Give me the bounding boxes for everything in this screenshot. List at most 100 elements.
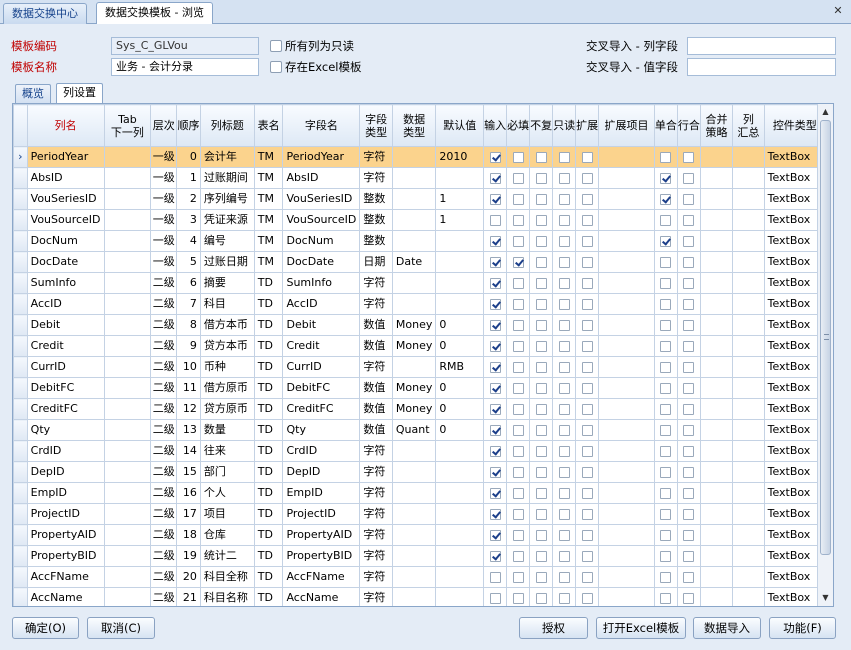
required-cell[interactable] (506, 461, 531, 483)
level-cell[interactable]: 一级 (150, 146, 178, 168)
column-summary-cell[interactable] (732, 167, 765, 189)
row-indicator[interactable] (13, 545, 28, 567)
row-merge-checkbox[interactable] (683, 361, 695, 373)
readonly-checkbox[interactable] (558, 172, 570, 184)
required-cell[interactable] (506, 188, 531, 210)
order-cell[interactable]: 4 (176, 230, 201, 252)
no-duplicate-cell[interactable] (529, 146, 554, 168)
row-indicator[interactable] (13, 188, 28, 210)
row-merge-checkbox[interactable] (683, 529, 695, 541)
readonly-checkbox[interactable] (558, 571, 570, 583)
required-checkbox[interactable] (512, 277, 524, 289)
single-merge-checkbox[interactable] (660, 340, 672, 352)
order-cell[interactable]: 1 (176, 167, 201, 189)
table-name-cell[interactable]: TD (253, 461, 284, 483)
readonly-checkbox[interactable] (558, 529, 570, 541)
extend-item-cell[interactable] (598, 230, 655, 252)
extend-item-cell[interactable] (598, 251, 655, 273)
table-row[interactable]: VouSourceID 一级 3 凭证来源 TM VouSourceID 整数 1 TextBo… (13, 209, 833, 231)
field-type-cell[interactable]: 字符 (359, 440, 393, 462)
input-cell[interactable] (483, 377, 508, 399)
row-merge-cell[interactable] (676, 356, 701, 378)
input-cell[interactable] (483, 356, 508, 378)
required-checkbox[interactable] (512, 172, 524, 184)
single-merge-checkbox[interactable] (660, 382, 672, 394)
field-type-cell[interactable]: 整数 (359, 209, 393, 231)
column-name-cell[interactable]: AbsID (26, 167, 105, 189)
merge-strategy-cell[interactable] (699, 293, 734, 315)
column-name-cell[interactable]: CurrID (26, 356, 105, 378)
scroll-down-icon[interactable]: ▼ (818, 590, 833, 606)
input-cell[interactable] (483, 272, 508, 294)
extend-item-cell[interactable] (598, 524, 655, 546)
readonly-cell[interactable] (552, 167, 577, 189)
row-merge-cell[interactable] (676, 293, 701, 315)
extend-cell[interactable] (575, 524, 600, 546)
default-value-cell[interactable] (435, 587, 485, 606)
readonly-cell[interactable] (552, 482, 577, 504)
order-cell[interactable]: 11 (176, 377, 201, 399)
required-checkbox[interactable] (512, 424, 524, 436)
scroll-up-icon[interactable]: ▲ (818, 104, 833, 120)
tab-column-settings[interactable]: 列设置 (56, 83, 103, 103)
no-duplicate-checkbox[interactable] (535, 361, 547, 373)
column-name-cell[interactable]: VouSourceID (26, 209, 105, 231)
column-header[interactable]: 单合 (653, 104, 678, 147)
input-checkbox[interactable] (489, 193, 501, 205)
authorize-button[interactable]: 授权 (519, 617, 588, 639)
extend-checkbox[interactable] (581, 361, 593, 373)
column-summary-cell[interactable] (732, 524, 765, 546)
required-checkbox[interactable] (512, 235, 524, 247)
extend-cell[interactable] (575, 335, 600, 357)
column-title-cell[interactable]: 会计年 (199, 146, 255, 168)
table-row[interactable]: AccName 二级 21 科目名称 TD AccName 字符 TextBox (13, 587, 833, 606)
row-indicator[interactable] (13, 440, 28, 462)
extend-item-cell[interactable] (598, 356, 655, 378)
input-cell[interactable] (483, 587, 508, 606)
extend-checkbox[interactable] (581, 319, 593, 331)
readonly-checkbox[interactable] (558, 424, 570, 436)
input-cell[interactable] (483, 230, 508, 252)
input-cell[interactable] (483, 419, 508, 441)
field-name-cell[interactable]: SumInfo (282, 272, 361, 294)
column-header[interactable]: 只读 (552, 104, 577, 147)
level-cell[interactable]: 二级 (150, 566, 178, 588)
input-cell[interactable] (483, 524, 508, 546)
column-header[interactable]: 输入 (483, 104, 508, 147)
required-checkbox[interactable] (512, 214, 524, 226)
ok-button[interactable]: 确定(O) (12, 617, 79, 639)
required-checkbox[interactable] (512, 382, 524, 394)
extend-item-cell[interactable] (598, 461, 655, 483)
extend-cell[interactable] (575, 146, 600, 168)
row-indicator[interactable] (13, 482, 28, 504)
single-merge-checkbox[interactable] (660, 571, 672, 583)
no-duplicate-checkbox[interactable] (535, 487, 547, 499)
input-checkbox[interactable] (489, 256, 501, 268)
data-type-cell[interactable] (391, 440, 437, 462)
extend-checkbox[interactable] (581, 340, 593, 352)
table-row[interactable]: Qty 二级 13 数量 TD Qty 数值 Quant 0 TextBox (13, 419, 833, 441)
row-merge-cell[interactable] (676, 335, 701, 357)
merge-strategy-cell[interactable] (699, 230, 734, 252)
single-merge-checkbox[interactable] (660, 319, 672, 331)
cross-import-val-field[interactable] (687, 58, 836, 76)
row-merge-cell[interactable] (676, 188, 701, 210)
level-cell[interactable]: 二级 (150, 293, 178, 315)
level-cell[interactable]: 二级 (150, 545, 178, 567)
table-row[interactable]: EmpID 二级 16 个人 TD EmpID 字符 TextBox (13, 482, 833, 504)
tab-next-column-cell[interactable] (103, 587, 152, 606)
required-checkbox[interactable] (512, 466, 524, 478)
row-merge-cell[interactable] (676, 482, 701, 504)
column-summary-cell[interactable] (732, 314, 765, 336)
merge-strategy-cell[interactable] (699, 587, 734, 606)
required-checkbox[interactable] (512, 193, 524, 205)
tab-next-column-cell[interactable] (103, 335, 152, 357)
level-cell[interactable]: 一级 (150, 251, 178, 273)
row-merge-checkbox[interactable] (683, 403, 695, 415)
readonly-checkbox[interactable] (558, 445, 570, 457)
column-title-cell[interactable]: 个人 (199, 482, 255, 504)
extend-item-cell[interactable] (598, 503, 655, 525)
tab-next-column-cell[interactable] (103, 545, 152, 567)
field-name-cell[interactable]: VouSourceID (282, 209, 361, 231)
extend-cell[interactable] (575, 482, 600, 504)
